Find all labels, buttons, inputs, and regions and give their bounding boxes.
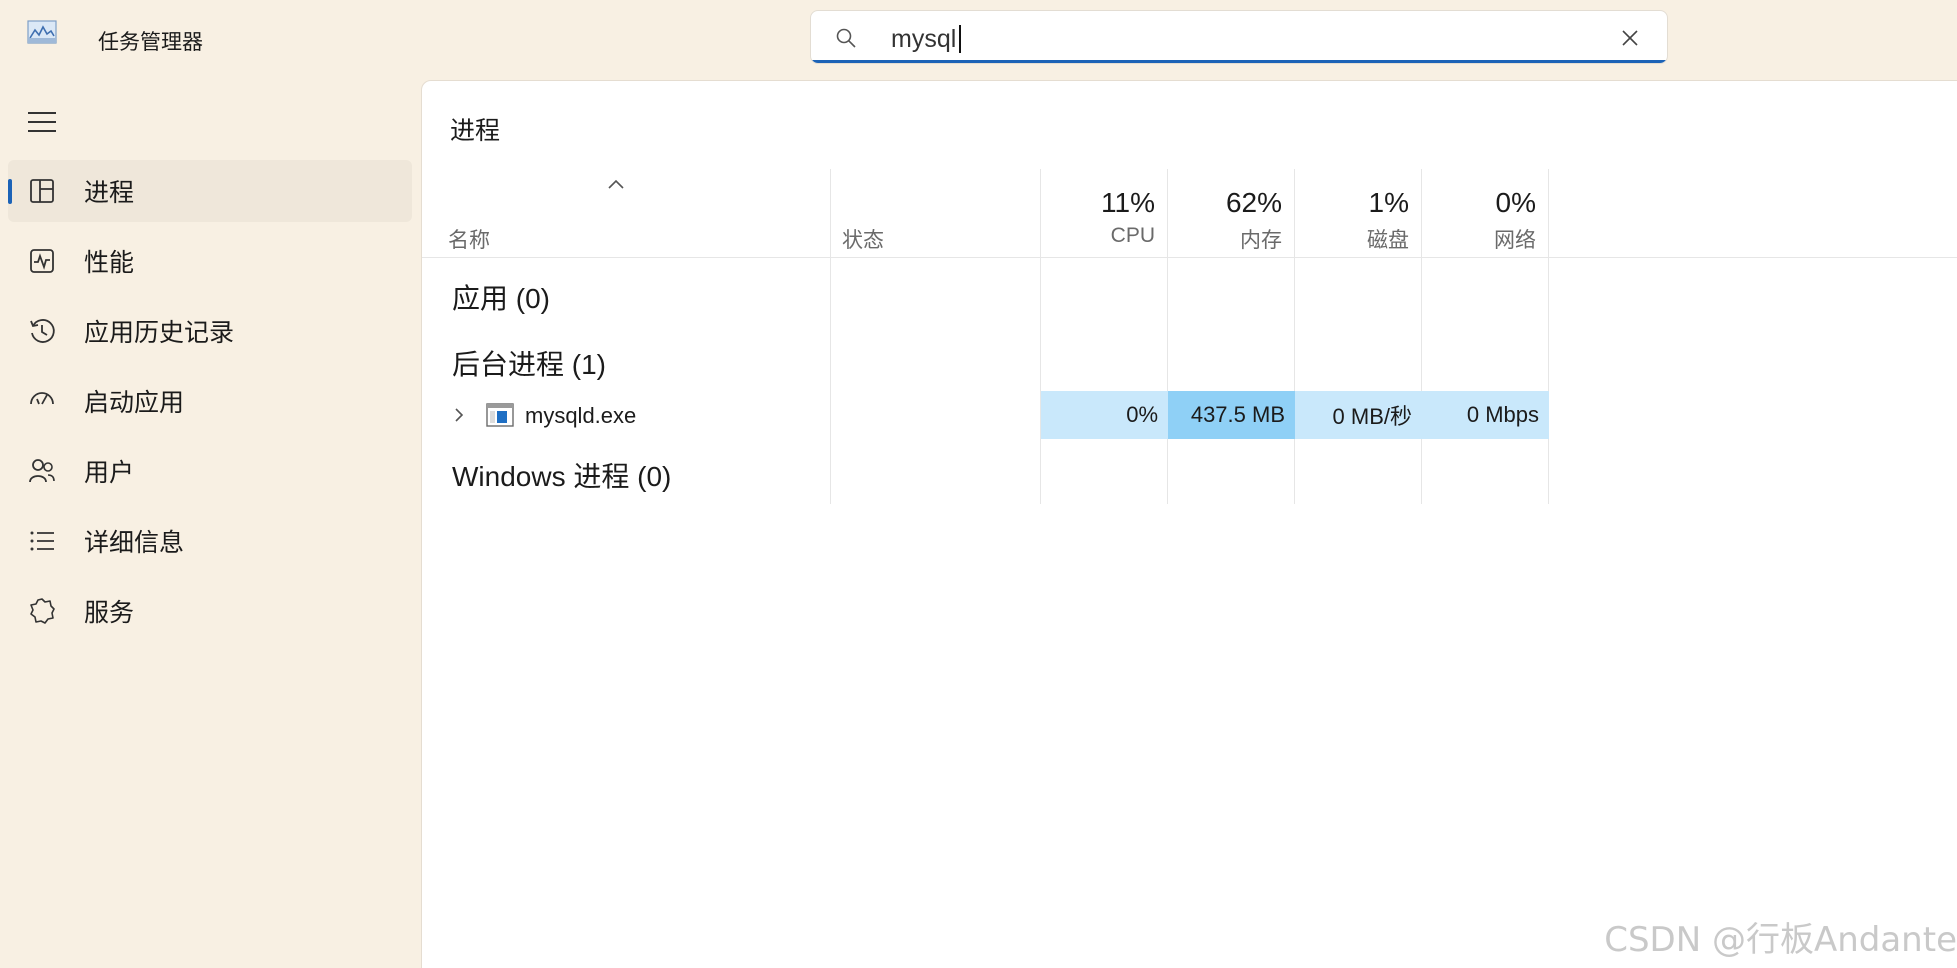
column-divider[interactable] [1167,169,1168,504]
memory-cell: 437.5 MB [1168,391,1295,439]
column-header-name[interactable]: 名称 [448,224,490,254]
disk-cell: 0 MB/秒 [1295,391,1422,439]
details-icon [30,531,54,551]
sidebar-item-label: 应用历史记录 [84,319,235,347]
column-divider[interactable] [1040,169,1041,504]
sidebar-item-label: 用户 [84,459,135,487]
sidebar-item-app-history[interactable]: 应用历史记录 [8,300,412,362]
startup-apps-icon [30,392,54,405]
services-icon [30,598,55,624]
sidebar-item-services[interactable]: 服务 [8,580,412,642]
performance-icon [30,249,54,273]
column-header-status[interactable]: 状态 [842,224,884,254]
process-window-icon [486,403,514,427]
chevron-right-icon[interactable] [452,405,466,425]
header-divider [422,257,1957,258]
sidebar-item-label: 详细信息 [84,529,185,557]
column-header-cpu[interactable]: CPU [1041,224,1155,248]
users-icon [29,459,55,483]
clear-search-icon[interactable] [1619,27,1641,49]
sidebar-item-details[interactable]: 详细信息 [8,510,412,572]
cpu-cell: 0% [1041,391,1168,439]
search-box[interactable] [810,10,1668,64]
main-panel: 进程 名称 状态 11% CPU 62% 内存 1% 磁盘 0% 网络 应用 (… [421,80,1957,968]
sidebar-item-label: 性能 [84,249,135,277]
column-divider[interactable] [1421,169,1422,504]
sort-ascending-icon[interactable] [606,177,626,191]
app-title: 任务管理器 [98,31,203,54]
sidebar-item-label: 服务 [84,599,135,627]
group-heading-windows[interactable]: Windows 进程 (0) [452,455,671,495]
column-divider[interactable] [1294,169,1295,504]
network-total-percent[interactable]: 0% [1422,187,1536,219]
sidebar-item-performance[interactable]: 性能 [8,230,412,292]
disk-total-percent[interactable]: 1% [1295,187,1409,219]
sidebar-item-label: 进程 [84,179,135,207]
sidebar-nav: 进程 性能 应用历史记录 启动应用 用户 详细信息 服务 [8,160,412,650]
task-manager-app-icon [27,20,57,44]
column-header-disk[interactable]: 磁盘 [1295,224,1409,254]
sidebar-item-label: 启动应用 [84,389,185,417]
column-divider[interactable] [830,169,831,504]
column-header-network[interactable]: 网络 [1422,224,1536,254]
search-icon [836,28,856,48]
page-title: 进程 [450,117,501,145]
memory-total-percent[interactable]: 62% [1168,187,1282,219]
sidebar-item-processes[interactable]: 进程 [8,160,412,222]
table-row[interactable]: mysqld.exe 0% 437.5 MB 0 MB/秒 0 Mbps [422,391,1549,439]
cpu-total-percent[interactable]: 11% [1041,187,1155,219]
group-heading-apps[interactable]: 应用 (0) [452,277,550,317]
group-heading-background[interactable]: 后台进程 (1) [452,343,606,383]
processes-icon [30,179,54,203]
text-caret [959,25,961,53]
network-cell: 0 Mbps [1422,391,1549,439]
column-divider[interactable] [1548,169,1549,504]
process-name: mysqld.exe [525,403,637,428]
hamburger-menu-icon[interactable] [26,109,58,135]
column-header-memory[interactable]: 内存 [1168,224,1282,254]
search-input[interactable] [889,19,1573,59]
sidebar-item-startup-apps[interactable]: 启动应用 [8,370,412,432]
sidebar-item-users[interactable]: 用户 [8,440,412,502]
watermark: CSDN @行板Andante [1604,920,1957,960]
app-history-icon [30,319,55,343]
